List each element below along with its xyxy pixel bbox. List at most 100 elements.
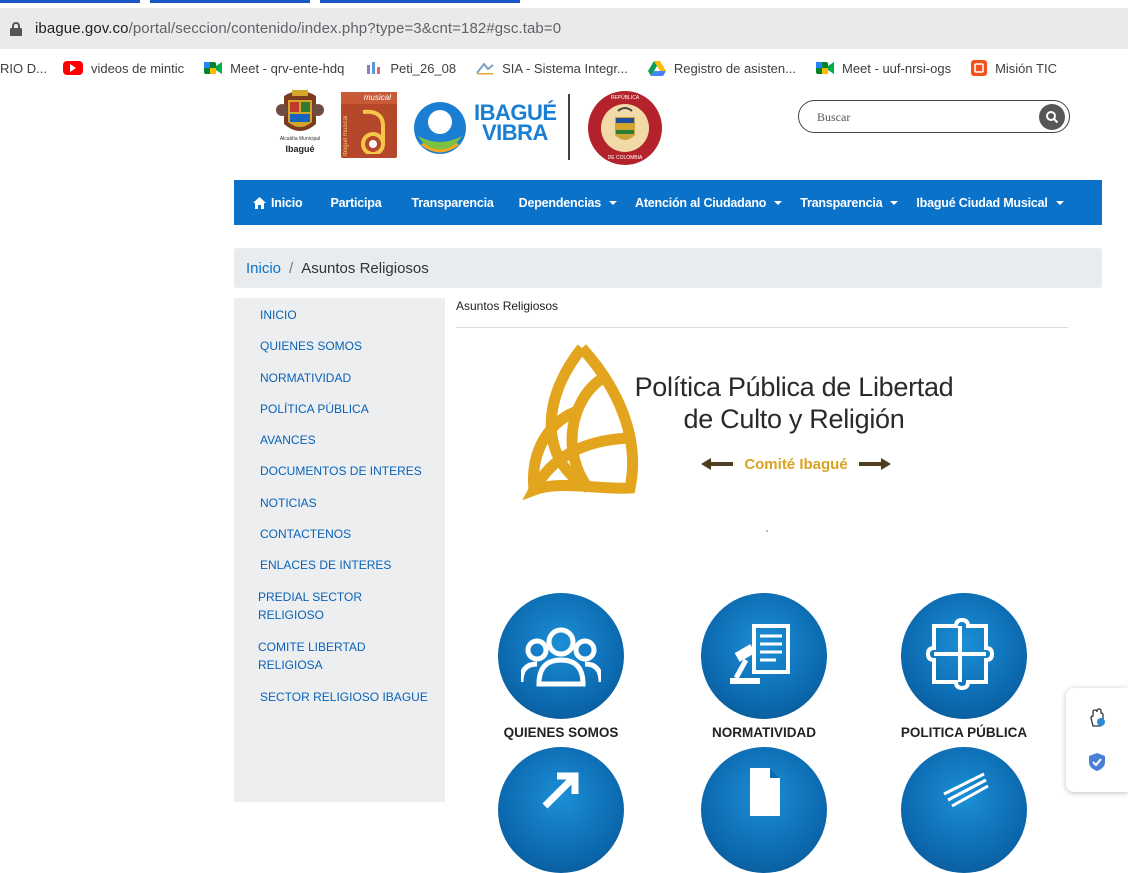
search-button[interactable] [1039, 104, 1065, 130]
caret-down-icon [1055, 200, 1064, 205]
tile-label-quienes-somos[interactable]: QUIENES SOMOS [476, 725, 646, 740]
sidebar-item-avances[interactable]: AVANCES [260, 431, 440, 449]
breadcrumb-separator: / [289, 259, 294, 277]
main-navbar: Inicio Participa Transparencia Dependenc… [234, 180, 1102, 225]
arrow-up-right-icon [542, 772, 579, 809]
bookmark-item[interactable]: Registro de asisten... [647, 60, 796, 76]
accessibility-button[interactable] [1085, 706, 1109, 730]
vibra-drop-icon [414, 102, 466, 154]
sidebar: INICIO QUIENES SOMOS NORMATIVIDAD POLÍTI… [234, 298, 445, 802]
caret-down-icon [890, 200, 899, 205]
sidebar-item-noticias[interactable]: NOTICIAS [260, 494, 440, 512]
sidebar-item-contactenos[interactable]: CONTACTENOS [260, 525, 440, 543]
tile-label-normatividad[interactable]: NORMATIVIDAD [679, 725, 849, 740]
youtube-icon [62, 61, 83, 75]
sidebar-item-enlaces[interactable]: ENLACES DE INTERES [260, 556, 440, 574]
nav-label: Inicio [271, 195, 303, 210]
search-box [798, 100, 1070, 133]
bookmarks-bar: RIO D... videos de mintic Meet - qrv-ent… [0, 52, 1128, 84]
tile-documentos[interactable] [701, 747, 827, 873]
mision-icon [971, 60, 988, 76]
bookmark-label: Meet - qrv-ente-hdq [230, 60, 345, 76]
breadcrumb-home-link[interactable]: Inicio [246, 260, 281, 277]
gavel-document-icon [730, 624, 790, 684]
bookmark-label: Peti_26_08 [390, 60, 457, 76]
nav-atencion-dropdown[interactable]: Atención al Ciudadano [635, 196, 783, 210]
search-icon [1046, 111, 1059, 124]
address-bar[interactable]: ibague.gov.co/portal/seccion/contenido/i… [0, 8, 1128, 49]
bookmark-label: videos de mintic [90, 60, 185, 76]
doc-icon [364, 61, 382, 75]
caret-down-icon [774, 200, 783, 205]
bookmark-item[interactable]: Meet - uuf-nrsi-ogs [815, 60, 952, 76]
tile-label-politica-publica[interactable]: POLITICA PÚBLICA [879, 725, 1049, 740]
logo-musical-label: musical [341, 92, 397, 104]
alcaldia-logo[interactable]: Alcaldía Municipal Ibagué [272, 88, 328, 158]
bookmark-item[interactable]: videos de mintic [62, 60, 185, 76]
tile-avances[interactable] [498, 747, 624, 873]
banner-subtitle: Comité Ibagué [701, 452, 891, 476]
banner-title-line1: Política Pública de Libertad [634, 372, 954, 402]
meet-icon [815, 61, 834, 75]
sidebar-item-normatividad[interactable]: NORMATIVIDAD [260, 369, 440, 387]
bookmark-item[interactable]: Misión TIC [971, 60, 1057, 76]
banner-title: Política Pública de Libertad de Culto y … [604, 371, 984, 435]
breadcrumb: Inicio / Asuntos Religiosos [234, 248, 1102, 288]
bookmark-label: Misión TIC [995, 60, 1057, 76]
banner-title-line2: de Culto y Religión [683, 404, 905, 434]
sidebar-item-politica-publica[interactable]: POLÍTICA PÚBLICA [260, 400, 440, 418]
sidebar-item-documentos[interactable]: DOCUMENTOS DE INTERES [260, 462, 440, 480]
seal-top-text: REPÚBLICA [610, 95, 640, 101]
nav-ciudad-musical-dropdown[interactable]: Ibagué Ciudad Musical [916, 196, 1064, 210]
logo-caption-city: Ibagué [285, 144, 315, 154]
tile-politica-publica[interactable] [901, 593, 1027, 719]
top-link-fragment [0, 0, 520, 5]
content-divider [456, 327, 1068, 328]
nav-label: Participa [330, 195, 382, 210]
music-note-icon [361, 109, 385, 154]
nav-participa[interactable]: Participa [330, 196, 381, 210]
left-arrow-icon [701, 458, 733, 470]
bookmark-item[interactable]: Peti_26_08 [364, 61, 456, 76]
sidebar-item-inicio[interactable]: INICIO [260, 306, 440, 324]
bookmark-item[interactable]: RIO D... [0, 61, 47, 76]
logo-caption: Alcaldía Municipal [279, 136, 321, 142]
site-header: Alcaldía Municipal Ibagué musical Ibagué… [0, 84, 1128, 180]
drive-icon [647, 60, 666, 76]
sidebar-item-quienes-somos[interactable]: QUIENES SOMOS [260, 337, 440, 355]
bookmark-item[interactable]: Meet - qrv-ente-hdq [204, 61, 344, 76]
content-title: Asuntos Religiosos [456, 299, 559, 313]
colombia-seal[interactable]: REPÚBLICA DE COLOMBIA [588, 91, 662, 165]
sidebar-item-predial[interactable]: PREDIAL SECTOR RELIGIOSO [258, 588, 378, 624]
security-button[interactable] [1085, 750, 1109, 774]
meet-icon [204, 61, 223, 75]
bookmark-item[interactable]: SIA - Sistema Integr... [476, 61, 628, 76]
home-icon [253, 196, 266, 209]
logo-musical-vertical: Ibagué musical [343, 115, 349, 156]
nav-dependencias-dropdown[interactable]: Dependencias [519, 196, 617, 210]
nav-inicio[interactable]: Inicio [253, 195, 303, 210]
caret-down-icon [609, 200, 617, 205]
tile-quienes-somos[interactable] [498, 593, 624, 719]
people-icon [521, 627, 601, 687]
sia-icon [476, 61, 494, 75]
bookmark-label: Meet - uuf-nrsi-ogs [841, 60, 952, 76]
ibague-musical-logo[interactable]: musical Ibagué musical [341, 92, 397, 158]
ibague-vibra-logo[interactable]: IBAGUÉ VIBRA [410, 98, 560, 158]
nav-transparencia[interactable]: Transparencia [411, 196, 493, 210]
floating-tools-panel [1066, 688, 1128, 792]
newspaper-icon [943, 772, 989, 808]
sidebar-item-comite[interactable]: COMITE LIBERTAD RELIGIOSA [258, 638, 378, 674]
lock-icon[interactable] [10, 21, 22, 36]
nav-label: Transparencia [411, 195, 494, 210]
nav-label: Dependencias [518, 195, 602, 210]
hand-icon [1090, 708, 1105, 727]
tile-noticias[interactable] [901, 747, 1027, 873]
tile-normatividad[interactable] [701, 593, 827, 719]
search-input[interactable] [817, 108, 1027, 126]
right-arrow-icon [858, 458, 891, 470]
sidebar-item-sector-religioso[interactable]: SECTOR RELIGIOSO IBAGUE [260, 688, 440, 706]
nav-transparencia-dropdown[interactable]: Transparencia [800, 196, 899, 210]
vibra-line2: VIBRA [482, 120, 548, 145]
url-text[interactable]: ibague.gov.co/portal/seccion/contenido/i… [35, 20, 561, 37]
